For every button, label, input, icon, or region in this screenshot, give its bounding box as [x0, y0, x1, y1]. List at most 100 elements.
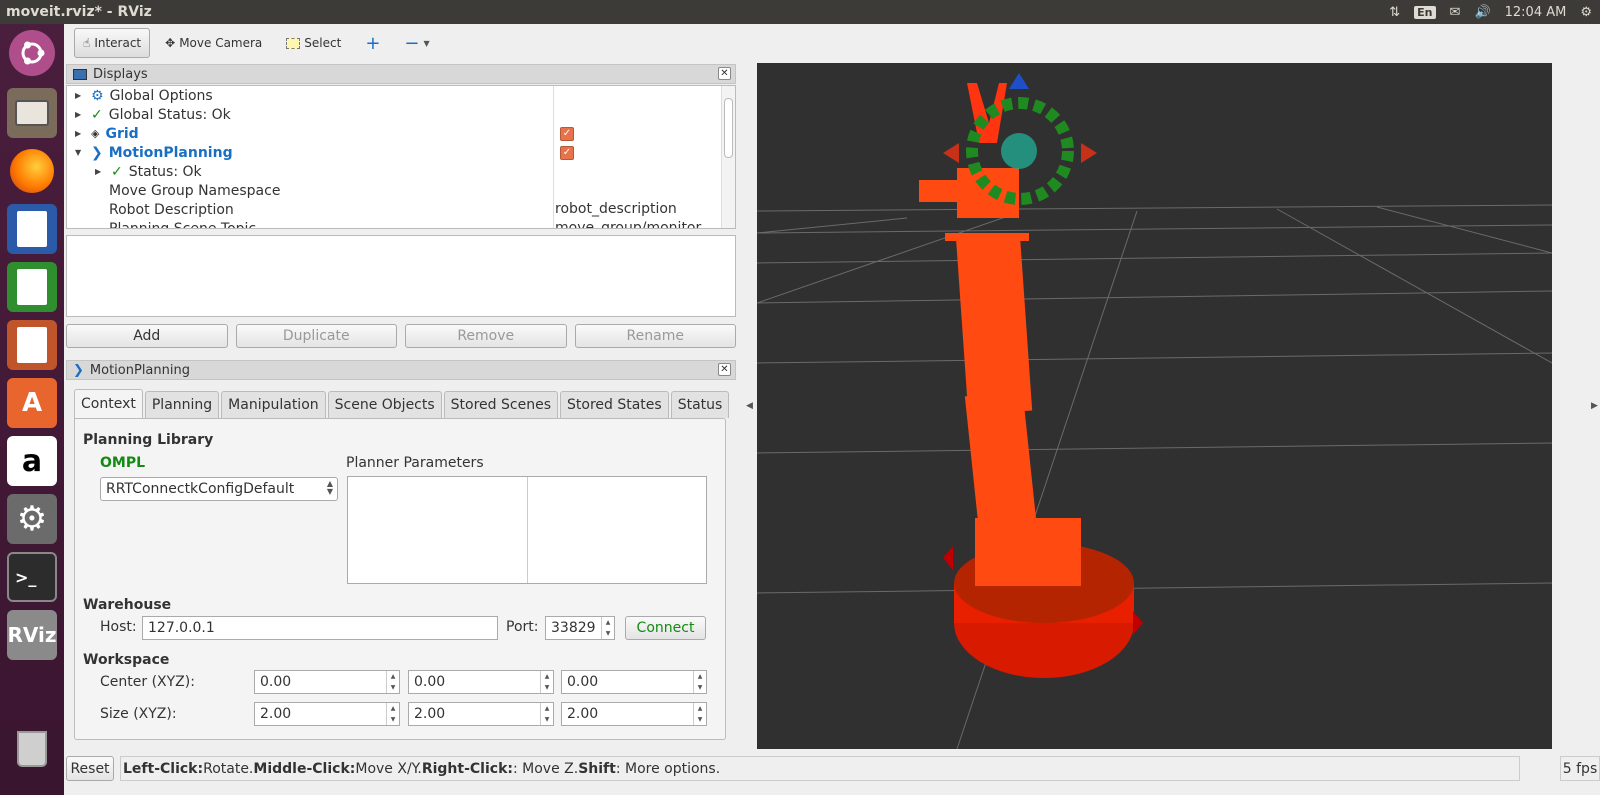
remove-tool-button[interactable]: − ▼	[395, 28, 438, 58]
plus-icon: +	[365, 32, 381, 54]
add-button[interactable]: Add	[66, 324, 228, 348]
planning-scene-topic-value[interactable]: move_group/monitor	[555, 220, 701, 228]
interact-tool-button[interactable]: ☝ Interact	[74, 28, 151, 58]
planner-parameters-label: Planner Parameters	[346, 455, 484, 471]
tree-row-robot-description[interactable]: Robot Description robot_description	[67, 200, 719, 219]
top-panel: moveit.rviz* - RViz ⇅ En ✉ 🔊 12:04 AM ⚙	[0, 0, 1600, 24]
mouse-help-text: Left-Click: Rotate. Middle-Click: Move X…	[120, 756, 1520, 781]
impress-icon[interactable]	[7, 320, 57, 370]
tree-row-planning-scene-topic[interactable]: Planning Scene Topic move_group/monitor	[67, 219, 719, 228]
column-divider	[527, 477, 528, 583]
size-z-input[interactable]: 2.00 ▲ ▼	[561, 702, 707, 726]
tab-stored-scenes[interactable]: Stored Scenes	[443, 391, 558, 418]
size-y-input[interactable]: 2.00 ▲ ▼	[408, 702, 554, 726]
displays-title: Displays	[93, 66, 148, 82]
spinner-arrows-icon[interactable]: ▲ ▼	[540, 703, 553, 725]
terminal-icon[interactable]: >_	[7, 552, 57, 602]
expand-arrow-icon[interactable]: ▶	[75, 91, 85, 100]
ground-grid	[757, 204, 1552, 749]
rviz-icon[interactable]: RViz	[7, 610, 57, 660]
planner-parameters-table[interactable]	[347, 476, 707, 584]
displays-panel-header: Displays ✕	[66, 64, 736, 84]
port-input[interactable]: 33829 ▲ ▼	[545, 616, 615, 640]
writer-icon[interactable]	[7, 204, 57, 254]
spinner-arrows-icon[interactable]: ▲ ▼	[601, 617, 614, 639]
tree-row-global-options[interactable]: ▶ ⚙ Global Options	[67, 86, 719, 105]
host-input[interactable]: 127.0.0.1	[142, 616, 498, 640]
context-tab-pane: Planning Library OMPL RRTConnectkConfigD…	[74, 418, 726, 740]
amazon-icon[interactable]: a	[7, 436, 57, 486]
center-z-input[interactable]: 0.00 ▲ ▼	[561, 670, 707, 694]
tab-context[interactable]: Context	[74, 389, 143, 418]
tab-stored-states[interactable]: Stored States	[560, 391, 669, 418]
move-camera-tool-button[interactable]: ✥ Move Camera	[156, 28, 271, 58]
size-x-input[interactable]: 2.00 ▲ ▼	[254, 702, 400, 726]
ubuntu-dash-icon[interactable]	[9, 30, 55, 76]
grid-icon: ◈	[91, 127, 100, 140]
expand-arrow-icon[interactable]: ▶	[75, 110, 85, 119]
check-icon: ✓	[91, 106, 103, 123]
close-icon[interactable]: ✕	[718, 67, 731, 80]
scrollbar-thumb[interactable]	[724, 98, 733, 158]
planning-library-label: Planning Library	[83, 432, 214, 448]
center-y-input[interactable]: 0.00 ▲ ▼	[408, 670, 554, 694]
displays-tree: ▶ ⚙ Global Options ▶ ✓ Global Status: Ok…	[66, 85, 736, 229]
firefox-icon[interactable]	[7, 146, 57, 196]
mail-icon[interactable]: ✉	[1450, 5, 1461, 20]
network-icon[interactable]: ⇅	[1389, 5, 1400, 20]
software-center-icon[interactable]: A	[7, 378, 57, 428]
host-label: Host:	[100, 619, 137, 635]
volume-icon[interactable]: 🔊	[1474, 5, 1490, 20]
trash-icon[interactable]	[7, 724, 57, 774]
tab-status[interactable]: Status	[670, 391, 730, 418]
select-tool-button[interactable]: Select	[277, 28, 350, 58]
tab-planning[interactable]: Planning	[144, 391, 220, 418]
files-icon[interactable]	[7, 88, 57, 138]
expand-arrow-icon[interactable]: ▶	[95, 167, 105, 176]
display-description-box	[66, 235, 736, 317]
remove-button[interactable]: Remove	[405, 324, 567, 348]
port-label: Port:	[506, 619, 539, 635]
rename-button[interactable]: Rename	[574, 324, 736, 348]
reset-button[interactable]: Reset	[66, 756, 114, 781]
displays-scrollbar[interactable]	[721, 86, 735, 228]
tab-scene-objects[interactable]: Scene Objects	[327, 391, 442, 418]
tree-row-status[interactable]: ▶ ✓ Status: Ok	[67, 162, 719, 181]
center-x-input[interactable]: 0.00 ▲ ▼	[254, 670, 400, 694]
close-icon[interactable]: ✕	[718, 363, 731, 376]
system-settings-icon[interactable]: ⚙	[7, 494, 57, 544]
minus-icon: −	[404, 32, 420, 54]
3d-render-view[interactable]	[757, 63, 1552, 749]
spinner-arrows-icon[interactable]: ▲ ▼	[386, 703, 399, 725]
tree-row-motionplanning[interactable]: ▼ ❯ MotionPlanning ✓	[67, 143, 719, 162]
collapse-left-arrow-icon[interactable]: ◀	[746, 401, 753, 411]
clock[interactable]: 12:04 AM	[1505, 5, 1567, 20]
connect-button[interactable]: Connect	[625, 616, 706, 640]
keyboard-language-indicator[interactable]: En	[1414, 5, 1436, 19]
status-bar: Reset Left-Click: Rotate. Middle-Click: …	[64, 751, 1600, 795]
tab-manipulation[interactable]: Manipulation	[221, 391, 326, 418]
spinner-arrows-icon[interactable]: ▲ ▼	[386, 671, 399, 693]
gear-icon[interactable]: ⚙	[1580, 5, 1592, 20]
spinner-arrows-icon[interactable]: ▲ ▼	[540, 671, 553, 693]
expand-arrow-icon[interactable]: ▶	[75, 129, 85, 138]
robot-arm	[919, 73, 1143, 678]
robot-description-value[interactable]: robot_description	[555, 201, 677, 217]
size-xyz-label: Size (XYZ):	[100, 706, 177, 722]
planner-select[interactable]: RRTConnectkConfigDefault ▲ ▼	[100, 477, 338, 501]
motionplanning-enabled-checkbox[interactable]: ✓	[560, 145, 574, 160]
spinner-arrows-icon[interactable]: ▲ ▼	[693, 703, 706, 725]
add-tool-button[interactable]: +	[356, 28, 389, 58]
spinner-arrows-icon[interactable]: ▲ ▼	[693, 671, 706, 693]
duplicate-button[interactable]: Duplicate	[235, 324, 397, 348]
window-title: moveit.rviz* - RViz	[6, 4, 152, 20]
collapse-right-arrow-icon[interactable]: ▶	[1591, 401, 1598, 411]
system-tray: ⇅ En ✉ 🔊 12:04 AM ⚙	[1389, 5, 1600, 20]
tree-row-grid[interactable]: ▶ ◈ Grid ✓	[67, 124, 719, 143]
calc-icon[interactable]	[7, 262, 57, 312]
tree-row-move-group-namespace[interactable]: Move Group Namespace	[67, 181, 719, 200]
select-box-icon	[286, 37, 301, 49]
grid-enabled-checkbox[interactable]: ✓	[560, 126, 574, 141]
collapse-arrow-icon[interactable]: ▼	[75, 148, 85, 157]
tree-row-global-status[interactable]: ▶ ✓ Global Status: Ok	[67, 105, 719, 124]
